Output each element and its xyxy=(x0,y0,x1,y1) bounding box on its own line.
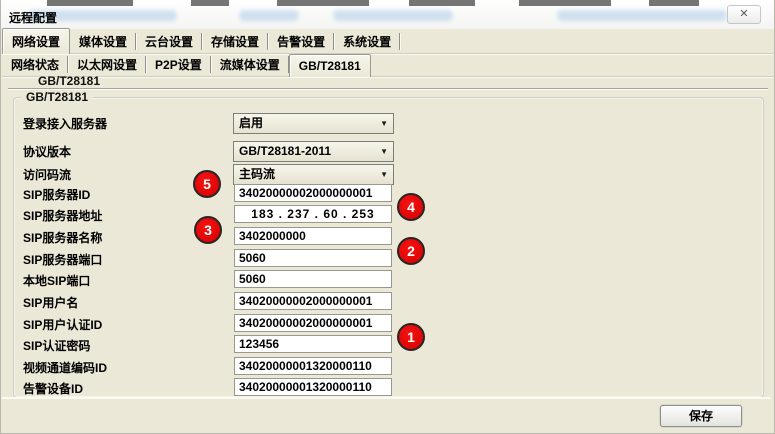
tab-storage-settings[interactable]: 存储设置 xyxy=(202,29,268,53)
sip-server-id-input[interactable] xyxy=(234,184,392,202)
tab-ptz-settings[interactable]: 云台设置 xyxy=(136,29,202,53)
sip-server-name-input[interactable] xyxy=(234,227,392,245)
close-button[interactable]: ✕ xyxy=(727,5,761,24)
background-window-edge-artifact xyxy=(191,0,229,6)
form-row: SIP用户认证ID xyxy=(14,314,763,336)
groupbox-legend: GB/T28181 xyxy=(21,90,93,104)
background-window-edge-artifact xyxy=(47,0,133,6)
chevron-down-icon: ▼ xyxy=(380,143,388,161)
gbt28181-groupbox: GB/T28181 登录接入服务器 启用 ▼ 协议版本 GB/T28181-20… xyxy=(13,97,764,398)
tab-alarm-settings[interactable]: 告警设置 xyxy=(268,29,334,53)
sip-username-input[interactable] xyxy=(234,292,392,310)
sip-username-label: SIP用户名 xyxy=(23,294,78,311)
background-window-edge-artifact xyxy=(409,0,475,6)
form-row: SIP服务器名称 xyxy=(14,227,763,249)
annotation-badge-5: 5 xyxy=(193,170,221,198)
sip-user-auth-id-label: SIP用户认证ID xyxy=(23,316,102,333)
annotation-badge-4: 4 xyxy=(397,193,425,221)
titlebar-glass-artifact xyxy=(333,10,453,21)
form-row: SIP认证密码 xyxy=(14,335,763,357)
chevron-down-icon: ▼ xyxy=(380,166,388,184)
sip-server-port-input[interactable] xyxy=(234,249,392,267)
protocol-version-label: 协议版本 xyxy=(23,143,71,160)
form-row: SIP服务器端口 xyxy=(14,249,763,271)
protocol-version-select[interactable]: GB/T28181-2011 ▼ xyxy=(233,141,394,162)
annotation-badge-3: 3 xyxy=(194,216,222,244)
tabstrip-network-sub: 网络状态 以太网设置 P2P设置 流媒体设置 GB/T28181 xyxy=(2,54,773,77)
dialog-title: 远程配置 xyxy=(9,9,57,26)
sip-server-id-label: SIP服务器ID xyxy=(23,186,90,203)
sip-server-address-label: SIP服务器地址 xyxy=(23,207,102,224)
annotation-badge-1: 1 xyxy=(397,323,425,351)
titlebar-glass-artifact xyxy=(239,10,299,21)
login-access-server-select[interactable]: 启用 ▼ xyxy=(233,113,394,134)
video-channel-code-id-input[interactable] xyxy=(234,357,392,375)
sip-server-name-label: SIP服务器名称 xyxy=(23,229,102,246)
access-stream-label: 访问码流 xyxy=(23,166,71,183)
tab-network-settings[interactable]: 网络设置 xyxy=(2,28,70,54)
form-row: SIP服务器ID xyxy=(14,184,763,206)
background-window-edge-artifact xyxy=(649,0,699,6)
combo-selected-value: GB/T28181-2011 xyxy=(239,144,331,158)
video-channel-code-id-label: 视频通道编码ID xyxy=(23,359,107,376)
tab-media-settings[interactable]: 媒体设置 xyxy=(70,29,136,53)
save-button[interactable]: 保存 xyxy=(660,405,742,427)
page-bottom-edge xyxy=(2,397,771,399)
tabstrip-main: 网络设置 媒体设置 云台设置 存储设置 告警设置 系统设置 xyxy=(2,30,773,54)
alarm-device-id-input[interactable] xyxy=(234,378,392,396)
combo-selected-value: 启用 xyxy=(239,116,263,130)
alarm-device-id-label: 告警设备ID xyxy=(23,380,83,397)
local-sip-port-label: 本地SIP端口 xyxy=(23,272,90,289)
form-row: 视频通道编码ID xyxy=(14,357,763,379)
login-access-server-label: 登录接入服务器 xyxy=(23,115,107,132)
form-row: 本地SIP端口 xyxy=(14,270,763,292)
tab-system-settings[interactable]: 系统设置 xyxy=(334,29,400,53)
background-window-edge-artifact xyxy=(519,0,611,6)
background-window-edge-artifact xyxy=(277,0,369,6)
sip-auth-password-input[interactable] xyxy=(234,335,392,353)
access-stream-select[interactable]: 主码流 ▼ xyxy=(233,164,394,185)
tab-gbt28181[interactable]: GB/T28181 xyxy=(289,54,371,77)
sip-server-address-input[interactable] xyxy=(234,205,392,223)
chevron-down-icon: ▼ xyxy=(380,115,388,133)
combo-selected-value: 主码流 xyxy=(239,167,275,181)
tab-ethernet-settings[interactable]: 以太网设置 xyxy=(68,52,146,76)
form-row: SIP用户名 xyxy=(14,292,763,314)
sip-user-auth-id-input[interactable] xyxy=(234,314,392,332)
page-title: GB/T28181 xyxy=(38,74,100,88)
titlebar-glass-artifact xyxy=(557,10,727,21)
annotation-badge-2: 2 xyxy=(397,237,425,265)
form-row: 协议版本 GB/T28181-2011 ▼ xyxy=(14,141,763,163)
sip-auth-password-label: SIP认证密码 xyxy=(23,337,90,354)
form-row: 登录接入服务器 启用 ▼ xyxy=(14,113,763,135)
local-sip-port-input[interactable] xyxy=(234,270,392,288)
header-separator xyxy=(8,88,768,90)
tab-stream-media-settings[interactable]: 流媒体设置 xyxy=(211,52,289,76)
remote-config-dialog: 远程配置 ✕ 网络设置 媒体设置 云台设置 存储设置 告警设置 系统设置 网络状… xyxy=(0,0,775,434)
sip-server-port-label: SIP服务器端口 xyxy=(23,251,102,268)
tab-network-status[interactable]: 网络状态 xyxy=(2,52,68,76)
close-icon: ✕ xyxy=(739,8,748,20)
titlebar: 远程配置 ✕ xyxy=(1,0,774,29)
form-row: SIP服务器地址 xyxy=(14,205,763,227)
form-row: 访问码流 主码流 ▼ xyxy=(14,164,763,186)
tab-p2p-settings[interactable]: P2P设置 xyxy=(146,52,211,76)
